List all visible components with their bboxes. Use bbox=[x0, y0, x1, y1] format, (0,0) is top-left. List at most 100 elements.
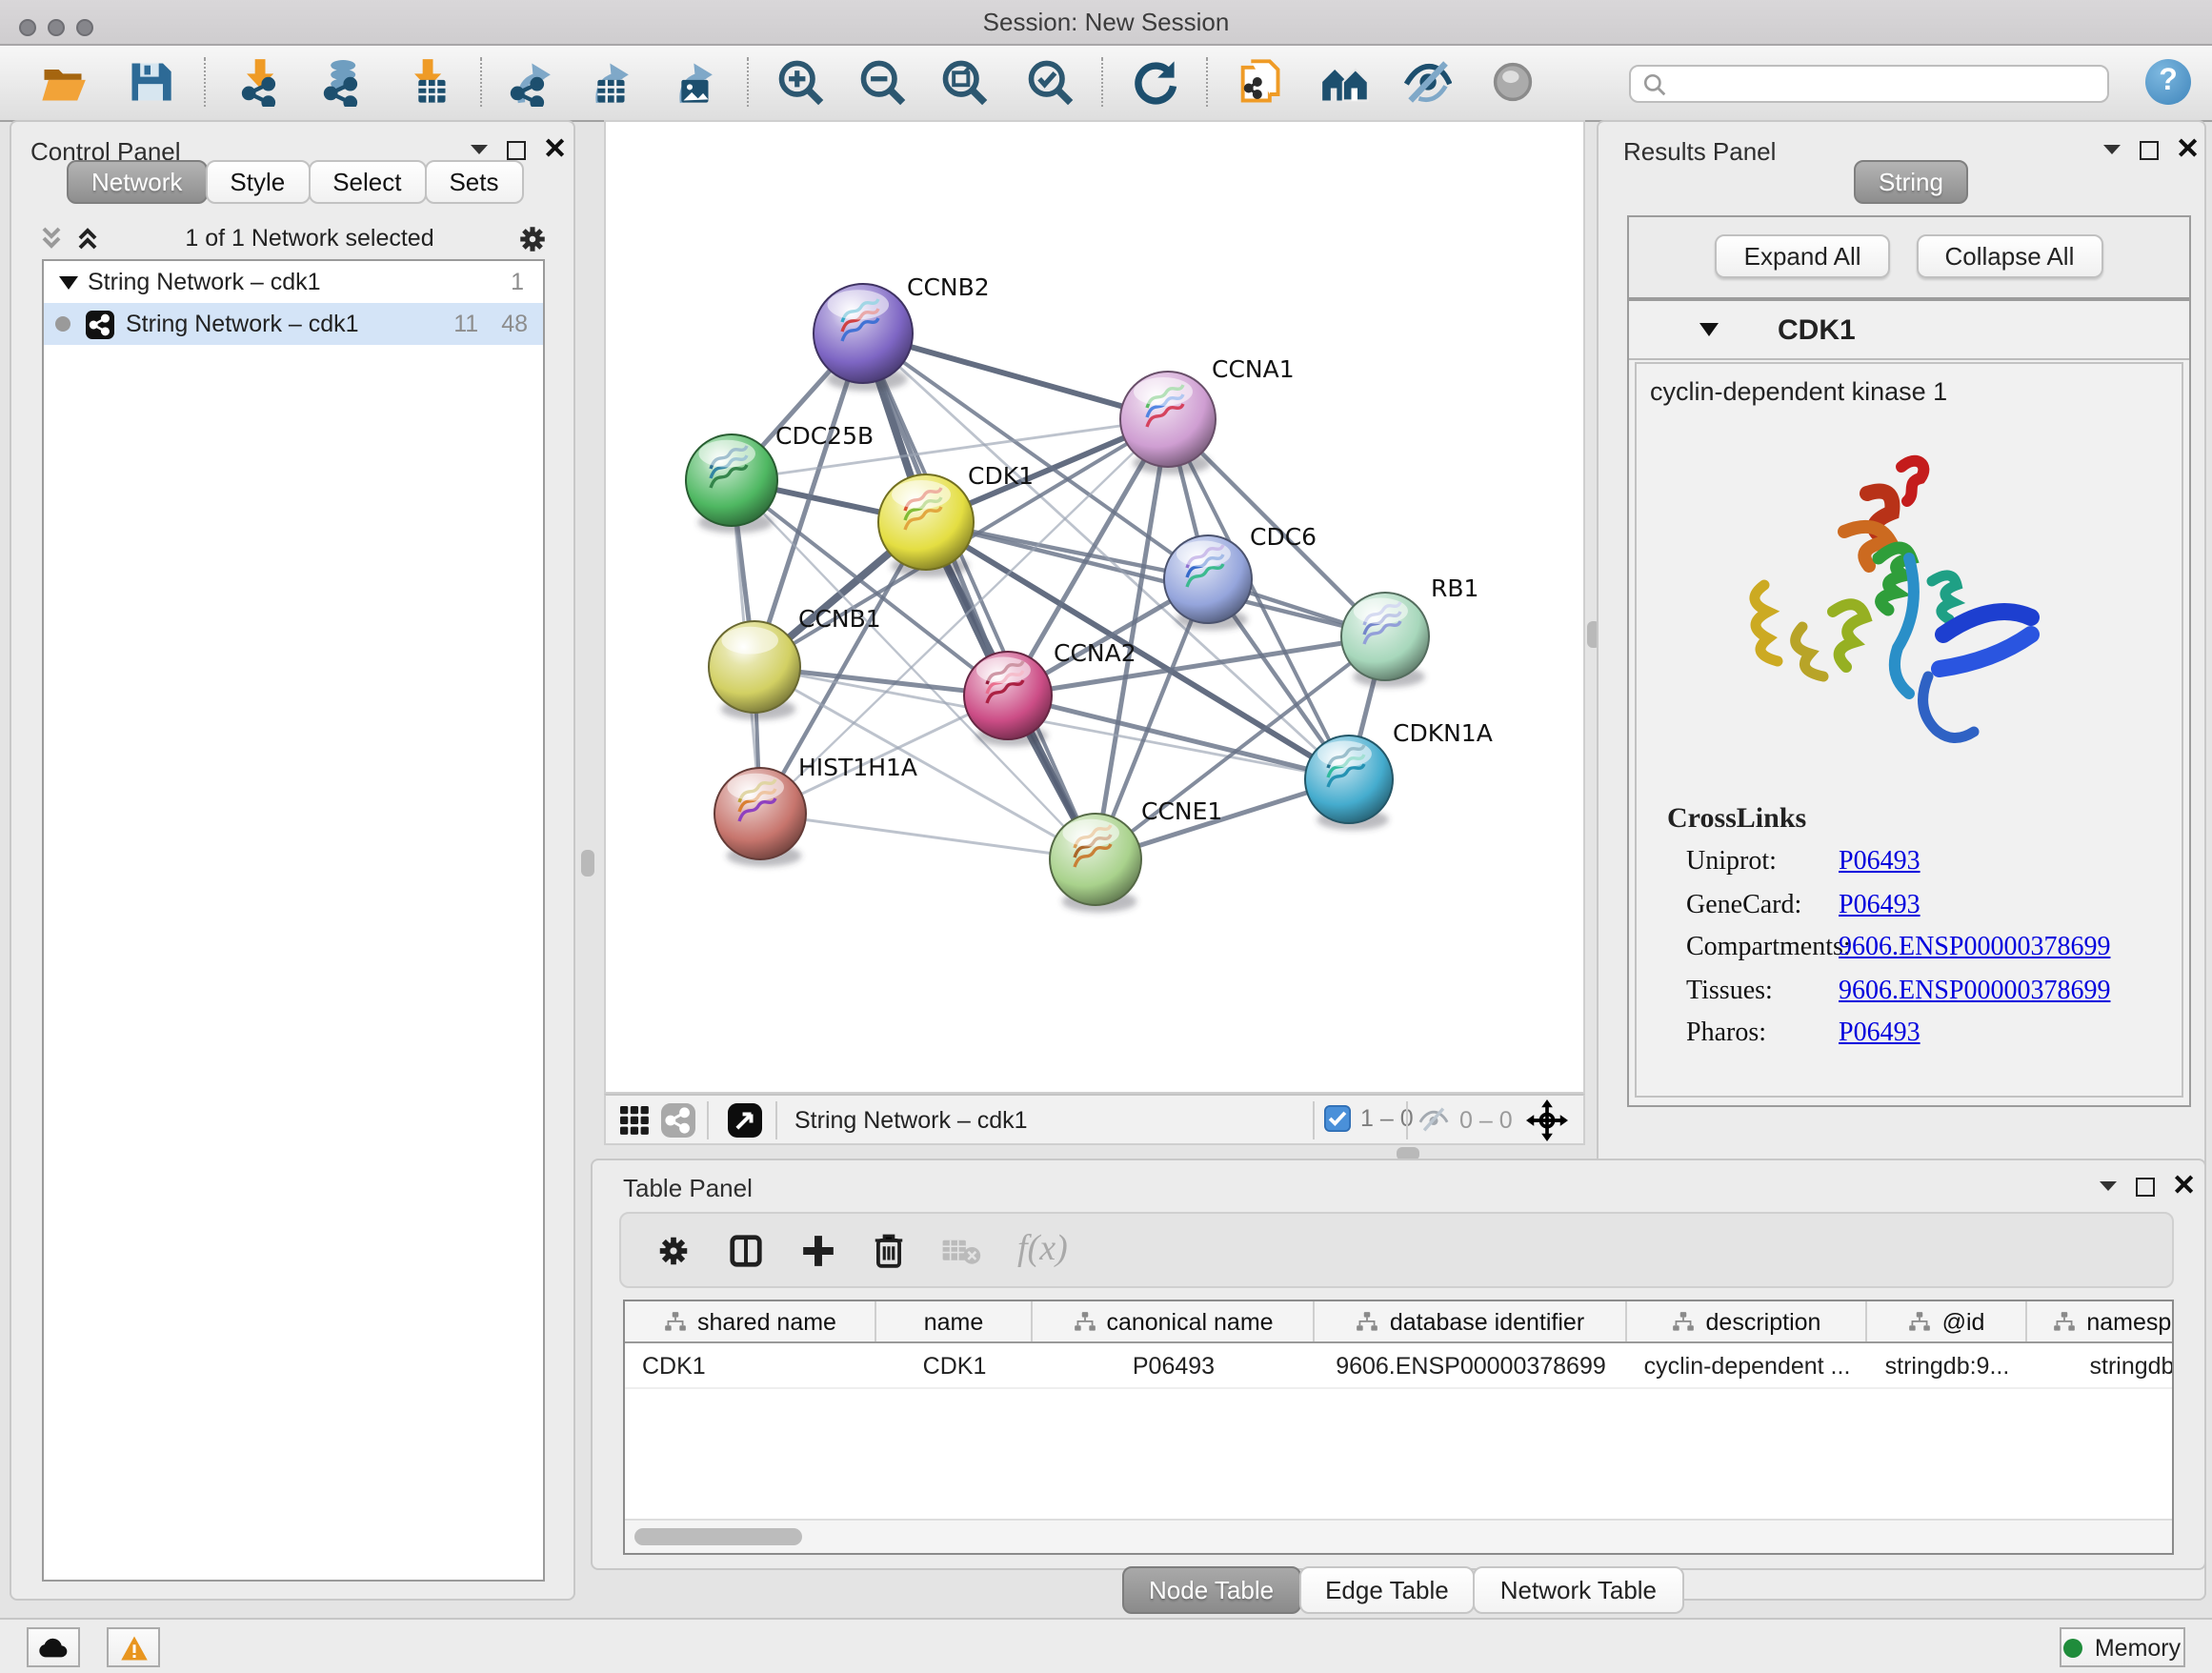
show-columns-icon[interactable] bbox=[728, 1232, 764, 1268]
import-network-icon[interactable] bbox=[231, 53, 288, 111]
column-header-database-identifier[interactable]: database identifier bbox=[1315, 1301, 1627, 1341]
network-options-gear-icon[interactable] bbox=[516, 222, 549, 254]
gene-section-header[interactable]: CDK1 bbox=[1629, 301, 2189, 360]
selected-checkbox-icon[interactable] bbox=[1324, 1105, 1351, 1132]
add-column-icon[interactable] bbox=[800, 1232, 836, 1268]
results-panel-title: Results Panel bbox=[1623, 137, 1776, 166]
delete-column-icon[interactable] bbox=[873, 1232, 905, 1268]
crosslink-value[interactable]: P06493 bbox=[1839, 1019, 1920, 1050]
export-network-icon[interactable] bbox=[499, 53, 556, 111]
section-expand-icon[interactable] bbox=[1698, 320, 1720, 339]
collapse-all-button[interactable]: Collapse All bbox=[1917, 234, 2103, 278]
cell-name: CDK1 bbox=[876, 1343, 1033, 1387]
tab-string[interactable]: String bbox=[1854, 160, 1968, 204]
expand-all-icon[interactable] bbox=[74, 225, 103, 252]
export-image-icon[interactable] bbox=[661, 53, 718, 111]
hidden-eye-icon[interactable] bbox=[1418, 1105, 1450, 1134]
network-list: String Network – cdk1 1 String Network –… bbox=[42, 259, 545, 1582]
zoom-selected-icon[interactable] bbox=[1021, 53, 1078, 111]
collapse-panel-icon[interactable] bbox=[2101, 143, 2122, 158]
edge-count: 48 bbox=[501, 311, 528, 337]
tab-select[interactable]: Select bbox=[308, 160, 426, 204]
tab-network[interactable]: Network bbox=[67, 160, 207, 204]
tree-expand-icon[interactable] bbox=[59, 273, 78, 291]
column-header-description[interactable]: description bbox=[1627, 1301, 1867, 1341]
node-CCNE1[interactable] bbox=[1050, 814, 1141, 913]
zoom-fit-icon[interactable] bbox=[935, 53, 993, 111]
column-header-name[interactable]: name bbox=[876, 1301, 1033, 1341]
pan-crosshair-icon[interactable] bbox=[1526, 1099, 1568, 1147]
expand-all-button[interactable]: Expand All bbox=[1716, 234, 1890, 278]
close-panel-icon[interactable]: ✕ bbox=[2176, 141, 2200, 160]
import-table-icon[interactable] bbox=[398, 53, 455, 111]
tab-sets[interactable]: Sets bbox=[424, 160, 523, 204]
share-document-icon[interactable] bbox=[1231, 53, 1288, 111]
gene-section: CDK1 cyclin-dependent kinase 1 bbox=[1627, 299, 2191, 1107]
tab-style[interactable]: Style bbox=[205, 160, 310, 204]
show-eye-icon[interactable] bbox=[1484, 53, 1541, 111]
float-panel-icon[interactable] bbox=[2136, 1178, 2155, 1197]
gene-section-body: cyclin-dependent kinase 1 bbox=[1635, 362, 2183, 1098]
node-CDK1[interactable] bbox=[878, 474, 974, 577]
crosslink-value[interactable]: P06493 bbox=[1839, 891, 1920, 921]
memory-button[interactable]: Memory bbox=[2060, 1627, 2185, 1667]
collapse-all-icon[interactable] bbox=[38, 225, 67, 252]
node-CCNA1[interactable] bbox=[1120, 372, 1216, 474]
zoom-in-icon[interactable] bbox=[772, 53, 829, 111]
cell-canonical-name: P06493 bbox=[1033, 1343, 1315, 1387]
cloud-button[interactable] bbox=[27, 1627, 80, 1667]
crosslink-value[interactable]: P06493 bbox=[1839, 848, 1920, 878]
open-session-icon[interactable] bbox=[34, 53, 91, 111]
tab-edge-table[interactable]: Edge Table bbox=[1298, 1566, 1476, 1614]
hide-selected-icon[interactable] bbox=[1398, 53, 1456, 111]
share-view-icon[interactable] bbox=[661, 1103, 695, 1143]
search-input[interactable] bbox=[1629, 65, 2109, 103]
tab-node-table[interactable]: Node Table bbox=[1122, 1566, 1300, 1614]
home-pair-icon[interactable] bbox=[1317, 53, 1374, 111]
results-panel-tabs: String bbox=[1856, 160, 1968, 204]
column-header-shared-name[interactable]: shared name bbox=[625, 1301, 876, 1341]
delete-table-icon[interactable] bbox=[941, 1234, 981, 1266]
float-panel-icon[interactable] bbox=[2140, 141, 2159, 160]
network-collection-row[interactable]: String Network – cdk1 1 bbox=[44, 261, 543, 303]
node-HIST1H1A[interactable] bbox=[714, 768, 806, 867]
import-database-icon[interactable] bbox=[312, 53, 370, 111]
float-panel-icon[interactable] bbox=[507, 141, 526, 160]
network-row-selected[interactable]: String Network – cdk1 11 48 bbox=[44, 303, 543, 345]
warning-button[interactable] bbox=[107, 1627, 160, 1667]
close-panel-icon[interactable]: ✕ bbox=[2172, 1178, 2196, 1197]
birds-eye-view-icon[interactable] bbox=[728, 1103, 762, 1143]
node-CCNA2[interactable] bbox=[964, 652, 1052, 746]
tab-network-table[interactable]: Network Table bbox=[1474, 1566, 1683, 1614]
function-builder-icon[interactable]: f(x) bbox=[1017, 1229, 1068, 1271]
grid-view-icon[interactable] bbox=[617, 1103, 652, 1143]
column-header--id[interactable]: @id bbox=[1867, 1301, 2027, 1341]
node-RB1[interactable] bbox=[1341, 593, 1429, 687]
node-CCNB1[interactable] bbox=[709, 621, 800, 720]
node-CDC25B[interactable] bbox=[686, 434, 777, 534]
crosslink-value[interactable]: 9606.ENSP00000378699 bbox=[1839, 934, 2110, 964]
collapse-panel-icon[interactable] bbox=[2098, 1179, 2119, 1195]
node-CDKN1A[interactable] bbox=[1305, 736, 1393, 830]
help-button[interactable]: ? bbox=[2145, 59, 2191, 105]
cell--id: stringdb:9... bbox=[1867, 1343, 2027, 1387]
horizontal-scrollbar[interactable] bbox=[625, 1519, 2172, 1553]
column-header-namespace[interactable]: namespace bbox=[2027, 1301, 2174, 1341]
left-splitter-handle[interactable] bbox=[581, 850, 594, 877]
table-row[interactable]: CDK1CDK1P064939606.ENSP00000378699cyclin… bbox=[625, 1343, 2172, 1389]
cell-description: cyclin-dependent ... bbox=[1627, 1343, 1867, 1387]
selected-count-group: 1 – 0 bbox=[1324, 1105, 1414, 1132]
crosslink-value[interactable]: 9606.ENSP00000378699 bbox=[1839, 977, 2110, 1007]
table-options-gear-icon[interactable] bbox=[655, 1232, 692, 1268]
zoom-out-icon[interactable] bbox=[854, 53, 911, 111]
network-canvas[interactable]: CCNB2CCNA1CDC25BCDK1CDC6RB1CCNB1CCNA2CDK… bbox=[604, 120, 1585, 1094]
save-session-icon[interactable] bbox=[122, 53, 179, 111]
close-panel-icon[interactable]: ✕ bbox=[543, 141, 567, 160]
scrollbar-thumb[interactable] bbox=[634, 1528, 802, 1545]
node-CDC6[interactable] bbox=[1164, 535, 1252, 630]
results-button-bar: Expand All Collapse All bbox=[1627, 215, 2191, 299]
refresh-icon[interactable] bbox=[1126, 53, 1183, 111]
column-header-canonical-name[interactable]: canonical name bbox=[1033, 1301, 1315, 1341]
collapse-panel-icon[interactable] bbox=[469, 143, 490, 158]
export-table-icon[interactable] bbox=[577, 53, 634, 111]
